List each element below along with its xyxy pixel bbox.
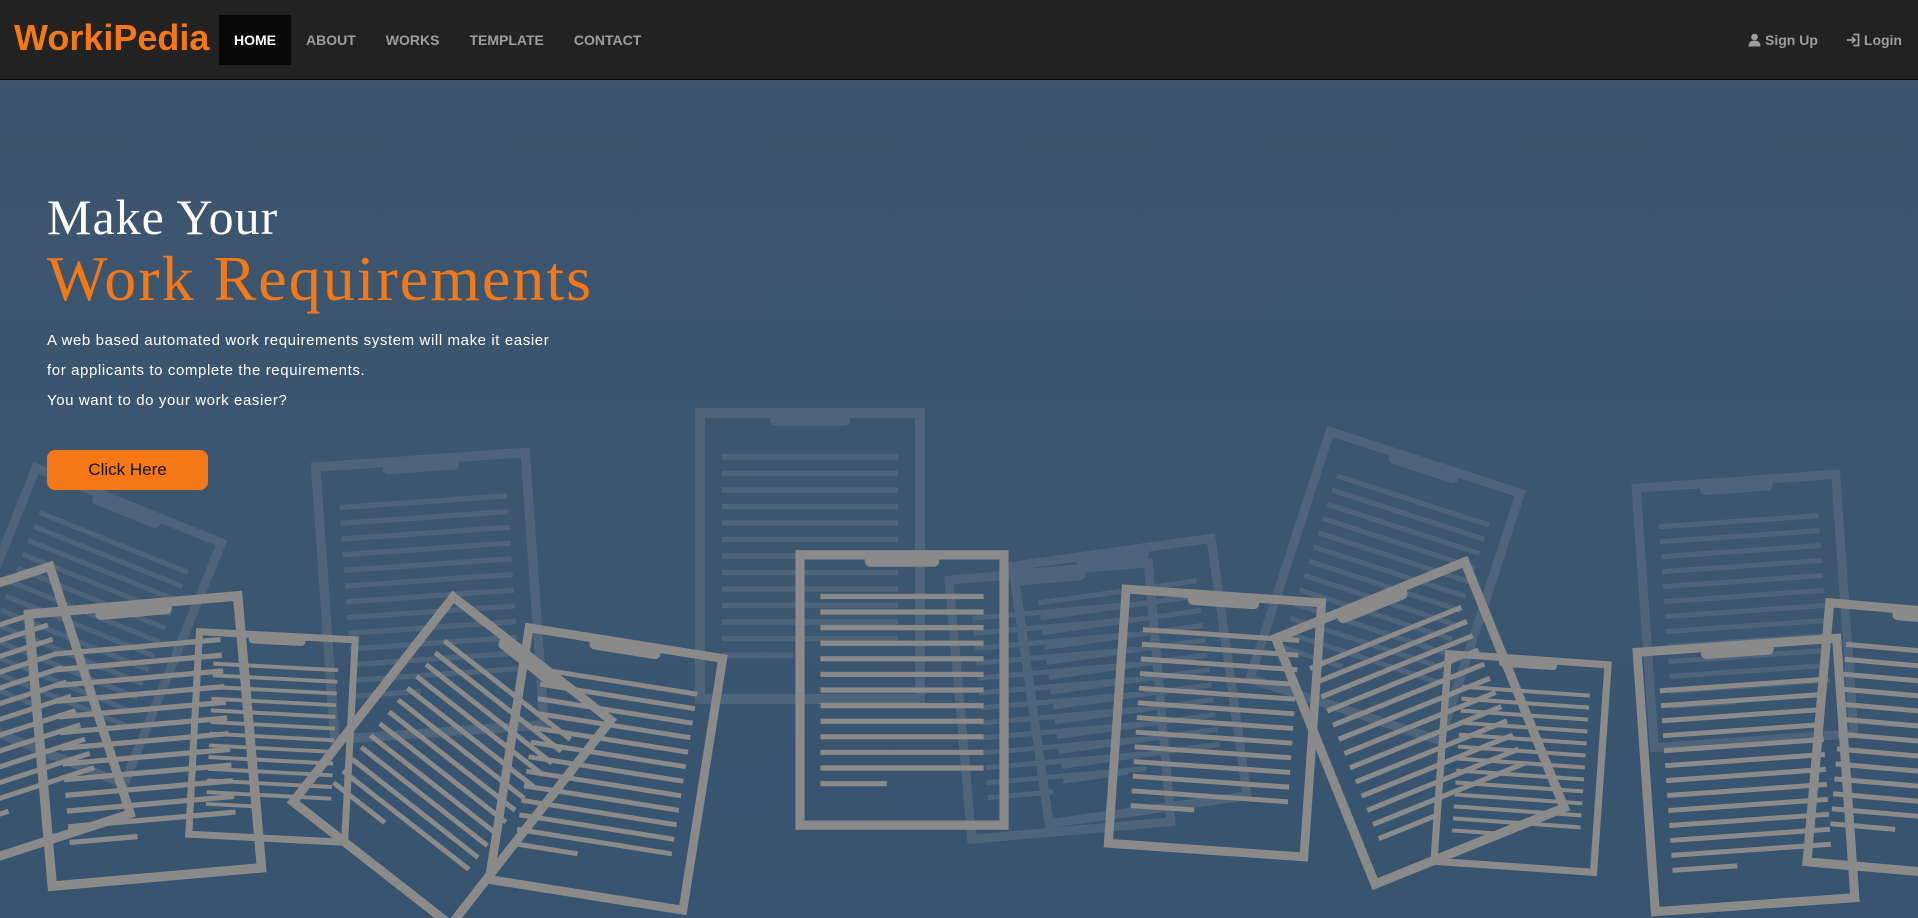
login-link[interactable]: Login xyxy=(1832,15,1902,65)
top-navbar: WorkiPedia HOME ABOUT WORKS TEMPLATE CON… xyxy=(0,0,1918,80)
sign-up-link[interactable]: Sign Up xyxy=(1734,15,1832,65)
hero-description: A web based automated work requirements … xyxy=(47,326,607,416)
documents-background xyxy=(0,81,1918,918)
click-here-button[interactable]: Click Here xyxy=(47,450,208,490)
description-line: for applicants to complete the requireme… xyxy=(47,362,366,379)
hero-headline-main: Work Requirements xyxy=(47,243,594,314)
hero-section: Make Your Work Requirements A web based … xyxy=(0,81,1918,918)
hero-headline-top: Make Your xyxy=(47,189,279,245)
login-label: Login xyxy=(1863,32,1902,48)
nav-contact[interactable]: CONTACT xyxy=(559,15,656,65)
login-icon xyxy=(1846,33,1860,47)
description-line: A web based automated work requirements … xyxy=(47,332,550,349)
sign-up-label: Sign Up xyxy=(1765,32,1818,48)
main-nav: HOME ABOUT WORKS TEMPLATE CONTACT xyxy=(219,15,656,65)
nav-home[interactable]: HOME xyxy=(219,15,291,65)
nav-about[interactable]: ABOUT xyxy=(291,15,371,65)
nav-works[interactable]: WORKS xyxy=(371,15,455,65)
user-icon xyxy=(1748,33,1761,47)
nav-template[interactable]: TEMPLATE xyxy=(454,15,558,65)
account-nav: Sign Up Login xyxy=(1734,15,1902,65)
description-line: You want to do your work easier? xyxy=(47,392,288,409)
brand-logo[interactable]: WorkiPedia xyxy=(14,16,209,60)
